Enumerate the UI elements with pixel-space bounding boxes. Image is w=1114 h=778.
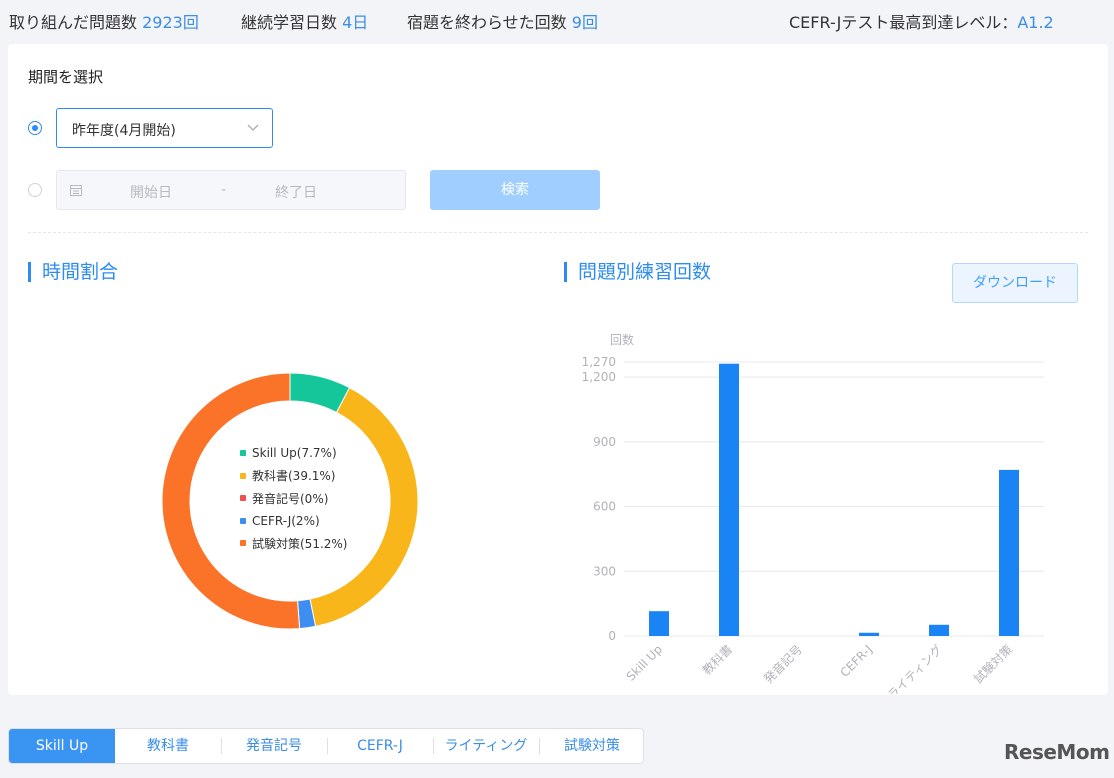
bar bbox=[719, 363, 739, 636]
problems-stat: 取り組んだ問題数 2923回 bbox=[9, 9, 199, 33]
download-button[interactable]: ダウンロード bbox=[952, 263, 1078, 303]
legend-swatch bbox=[240, 495, 246, 502]
y-tick-label: 600 bbox=[593, 500, 616, 514]
bar bbox=[999, 469, 1019, 636]
x-tick-label: 教科書 bbox=[699, 642, 735, 678]
y-tick-label: 0 bbox=[608, 629, 616, 643]
tab-cefr-j[interactable]: CEFR-J bbox=[327, 729, 433, 763]
donut-legend: Skill Up(7.7%) 教科書(39.1%) 発音記号(0%) CEFR-J(2… bbox=[240, 442, 348, 555]
cefr-label: CEFR-Jテスト最高到達レベル： bbox=[789, 13, 1018, 32]
homework-value: 9回 bbox=[571, 13, 598, 32]
preset-period-radio[interactable] bbox=[28, 121, 42, 135]
tab-exam-prep[interactable]: 試験対策 bbox=[539, 729, 643, 763]
date-separator: - bbox=[221, 182, 227, 198]
legend-label: 発音記号(0%) bbox=[252, 491, 329, 506]
legend-item: 教科書(39.1%) bbox=[240, 465, 348, 488]
bar bbox=[859, 632, 879, 636]
x-tick-label: 発音記号 bbox=[761, 642, 806, 687]
chevron-down-icon bbox=[247, 124, 259, 131]
homework-label: 宿題を終わらせた回数 bbox=[407, 13, 567, 32]
stats-bar: 取り組んだ問題数 2923回 継続学習日数 4日 宿題を終わらせた回数 9回 C… bbox=[0, 0, 1114, 40]
y-tick-label: 900 bbox=[593, 435, 616, 449]
date-range-picker[interactable]: 開始日 - 終了日 bbox=[56, 170, 406, 210]
x-tick-label: Skill Up bbox=[624, 642, 666, 684]
cefr-value: A1.2 bbox=[1017, 13, 1054, 32]
problems-label: 取り組んだ問題数 bbox=[9, 13, 138, 32]
x-tick-label: ライティング bbox=[885, 642, 945, 694]
legend-item: CEFR-J(2%) bbox=[240, 510, 348, 533]
bar bbox=[929, 624, 949, 636]
legend-swatch bbox=[240, 472, 246, 479]
y-axis-label: 回数 bbox=[610, 332, 634, 347]
practice-count-title: 問題別練習回数 bbox=[564, 262, 711, 282]
tab-pronunciation[interactable]: 発音記号 bbox=[221, 729, 327, 763]
calendar-icon bbox=[70, 185, 82, 196]
streak-value: 4日 bbox=[342, 13, 369, 32]
homework-stat: 宿題を終わらせた回数 9回 bbox=[407, 9, 598, 33]
legend-swatch bbox=[240, 450, 246, 457]
legend-label: Skill Up(7.7%) bbox=[252, 446, 337, 461]
legend-item: Skill Up(7.7%) bbox=[240, 442, 348, 465]
tab-textbook[interactable]: 教科書 bbox=[115, 729, 221, 763]
y-tick-label: 1,270 bbox=[582, 355, 616, 369]
end-date-input[interactable]: 終了日 bbox=[275, 182, 317, 202]
bar bbox=[649, 611, 669, 636]
tab-skill-up[interactable]: Skill Up bbox=[9, 729, 115, 763]
y-tick-label: 300 bbox=[593, 564, 616, 578]
period-title: 期間を選択 bbox=[28, 68, 104, 86]
legend-item: 発音記号(0%) bbox=[240, 487, 348, 510]
practice-count-bar-chart: 回数 0 300 600 900 1,2001,270 Skill Up 教科書 発音記号 C… bbox=[582, 332, 1044, 694]
section-divider bbox=[28, 232, 1088, 233]
resemom-logo: ReseMom bbox=[1004, 740, 1110, 764]
y-tick-label: 1,200 bbox=[582, 370, 616, 384]
search-button[interactable]: 検索 bbox=[430, 170, 600, 210]
problems-value: 2923回 bbox=[142, 13, 199, 32]
x-tick-label: 試験対策 bbox=[971, 642, 1016, 687]
streak-stat: 継続学習日数 4日 bbox=[241, 9, 368, 33]
legend-label: 試験対策(51.2%) bbox=[252, 536, 348, 551]
legend-item: 試験対策(51.2%) bbox=[240, 532, 348, 555]
tab-writing[interactable]: ライティング bbox=[433, 729, 539, 763]
period-select-value: 昨年度(4月開始) bbox=[72, 123, 176, 139]
x-tick-label: CEFR-J bbox=[837, 642, 875, 680]
custom-range-radio[interactable] bbox=[28, 183, 42, 197]
main-card: 期間を選択 昨年度(4月開始) 開始日 - 終了日 検索 時間割合 問題別練習回… bbox=[8, 44, 1108, 695]
streak-label: 継続学習日数 bbox=[241, 13, 338, 32]
cefr-stat: CEFR-Jテスト最高到達レベル：A1.2 bbox=[789, 9, 1054, 33]
legend-swatch bbox=[240, 517, 246, 524]
problem-type-tabs: Skill Up 教科書 発音記号 CEFR-J ライティング 試験対策 bbox=[8, 728, 644, 764]
time-ratio-title: 時間割合 bbox=[28, 262, 118, 282]
legend-swatch bbox=[240, 540, 246, 547]
legend-label: 教科書(39.1%) bbox=[252, 469, 336, 484]
start-date-input[interactable]: 開始日 bbox=[130, 182, 172, 202]
legend-label: CEFR-J(2%) bbox=[252, 513, 320, 528]
period-select[interactable]: 昨年度(4月開始) bbox=[56, 108, 273, 148]
